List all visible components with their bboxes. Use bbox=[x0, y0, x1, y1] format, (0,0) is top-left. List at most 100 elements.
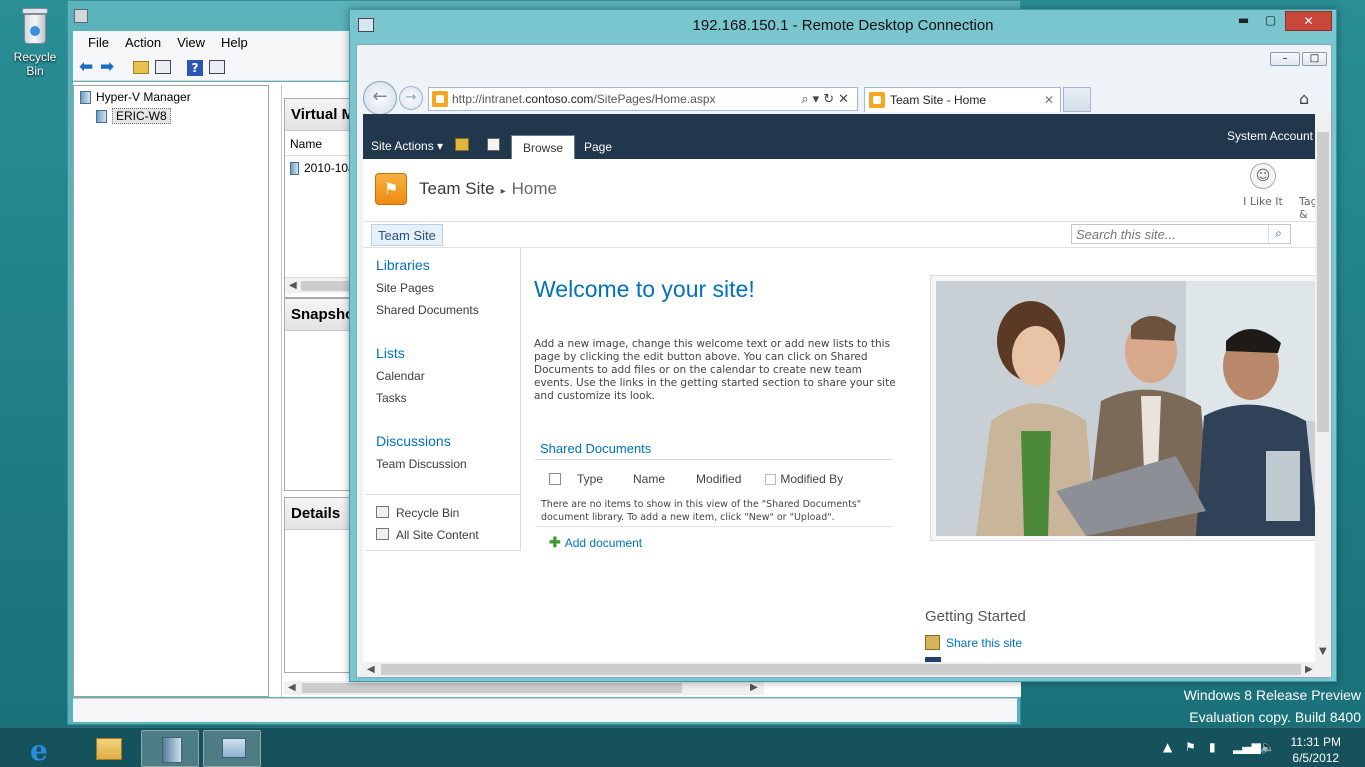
show-hidden-icons-icon[interactable]: ▲ bbox=[1163, 740, 1172, 754]
new-tab-button[interactable] bbox=[1063, 87, 1091, 112]
select-all-checkbox[interactable] bbox=[549, 473, 561, 485]
edit-page-icon[interactable] bbox=[487, 138, 500, 151]
home-icon[interactable]: ⌂ bbox=[1299, 89, 1309, 108]
col-type[interactable]: Type bbox=[577, 472, 603, 486]
scroll-right-arrow-icon[interactable]: ▶ bbox=[750, 682, 758, 693]
power-icon[interactable]: ▮ bbox=[1209, 740, 1216, 754]
recycle-bin-label: Recycle Bin bbox=[13, 50, 57, 78]
tab-close-icon[interactable]: ✕ bbox=[1044, 93, 1054, 107]
back-arrow-icon: ⬅ bbox=[79, 57, 94, 77]
menu-help[interactable]: Help bbox=[214, 35, 255, 50]
network-icon[interactable]: ▂▄▆ bbox=[1233, 740, 1261, 754]
folder-up-icon bbox=[133, 61, 149, 74]
ql-shared-documents[interactable]: Shared Documents bbox=[376, 303, 479, 317]
search-input[interactable] bbox=[1072, 226, 1268, 242]
taskbar-internet-explorer[interactable]: e bbox=[14, 730, 72, 767]
ql-team-discussion[interactable]: Team Discussion bbox=[376, 457, 467, 471]
ribbon-tab-page[interactable]: Page bbox=[573, 135, 623, 159]
address-url[interactable]: http://intranet.contoso.com/SitePages/Ho… bbox=[452, 92, 716, 106]
up-folder-button[interactable] bbox=[131, 58, 151, 76]
plus-icon: ✚ bbox=[549, 534, 561, 550]
all-site-content-icon bbox=[376, 528, 389, 540]
page-hscrollbar[interactable]: ◀ ▶ bbox=[363, 662, 1331, 677]
site-search: ⌕ bbox=[1071, 224, 1291, 244]
browser-forward-button[interactable]: → bbox=[399, 86, 423, 110]
rdp-title: 192.168.150.1 - Remote Desktop Connectio… bbox=[692, 17, 994, 34]
rdp-titlebar[interactable]: 192.168.150.1 - Remote Desktop Connectio… bbox=[350, 10, 1336, 44]
scroll-right-arrow-icon[interactable]: ▶ bbox=[1305, 664, 1313, 675]
col-name[interactable]: Name bbox=[633, 472, 665, 486]
ql-discussions-heading[interactable]: Discussions bbox=[376, 433, 451, 449]
minimize-button[interactable]: ▬ bbox=[1231, 11, 1256, 31]
site-header: Team Site▸Home ☺ I Like It Tags & Notes bbox=[363, 159, 1315, 234]
tab-title: Team Site - Home bbox=[890, 93, 987, 107]
breadcrumb-site[interactable]: Team Site bbox=[419, 179, 495, 198]
close-button[interactable]: ✕ bbox=[1285, 11, 1332, 31]
menu-view[interactable]: View bbox=[170, 35, 212, 50]
breadcrumb-page: Home bbox=[511, 179, 557, 198]
col-modified-by[interactable]: Modified By bbox=[780, 472, 843, 486]
taskbar-clock[interactable]: 11:31 PM 6/5/2012 bbox=[1291, 734, 1341, 766]
back-button[interactable]: ⬅ bbox=[78, 58, 98, 76]
hyperv-manager-icon bbox=[80, 90, 91, 104]
menu-file[interactable]: File bbox=[81, 35, 116, 50]
sharepoint-ribbon: Site Actions ▾ Browse Page System Accoun… bbox=[363, 114, 1315, 159]
site-actions-menu[interactable]: Site Actions ▾ bbox=[371, 139, 443, 153]
help-button[interactable]: ? bbox=[185, 58, 205, 76]
scroll-left-arrow-icon[interactable]: ◀ bbox=[289, 280, 297, 291]
i-like-it-button[interactable]: ☺ I Like It bbox=[1239, 163, 1287, 208]
welcome-title: Welcome to your site! bbox=[534, 276, 755, 302]
recycle-bin-desktop-icon[interactable]: Recycle Bin bbox=[4, 6, 66, 78]
ql-lists-heading[interactable]: Lists bbox=[376, 345, 405, 361]
navigate-up-icon[interactable] bbox=[455, 138, 469, 151]
volume-icon[interactable]: 🔈 bbox=[1260, 740, 1275, 754]
share-this-site-link[interactable]: Share this site bbox=[925, 635, 1022, 650]
ql-site-pages[interactable]: Site Pages bbox=[376, 281, 434, 295]
scroll-down-arrow-icon[interactable]: ▼ bbox=[1319, 646, 1327, 657]
vm-row[interactable]: 2010-10a bbox=[290, 161, 355, 175]
team-site-logo-icon[interactable] bbox=[375, 173, 407, 205]
taskbar-hyperv-manager[interactable] bbox=[141, 730, 199, 767]
browser-tab[interactable]: Team Site - Home ✕ bbox=[864, 87, 1061, 112]
tree-server-node[interactable]: ERIC-W8 bbox=[96, 108, 171, 124]
taskbar-remote-desktop[interactable] bbox=[203, 730, 261, 767]
console-tree: Hyper-V Manager ERIC-W8 bbox=[73, 85, 269, 697]
tree-root[interactable]: Hyper-V Manager bbox=[80, 90, 191, 104]
browser-back-button[interactable]: ← bbox=[363, 81, 397, 115]
column-name-header[interactable]: Name bbox=[290, 137, 322, 151]
hscroll-thumb[interactable] bbox=[381, 664, 1301, 675]
clock-date: 6/5/2012 bbox=[1292, 751, 1340, 765]
address-actions[interactable]: ⌕▾↻✕ bbox=[801, 92, 853, 107]
forward-button[interactable]: ➡ bbox=[99, 58, 119, 76]
ie-minimize-button[interactable]: – bbox=[1270, 52, 1300, 66]
show-hide-tree-button[interactable] bbox=[153, 58, 173, 76]
center-hscrollbar[interactable]: ◀ ▶ bbox=[284, 681, 764, 695]
maximize-button[interactable]: ▢ bbox=[1258, 11, 1283, 31]
clock-time: 11:31 PM bbox=[1290, 735, 1341, 749]
add-document-link[interactable]: ✚ Add document bbox=[549, 534, 642, 551]
ql-tasks[interactable]: Tasks bbox=[376, 391, 407, 405]
ql-calendar[interactable]: Calendar bbox=[376, 369, 425, 383]
modified-by-checkbox[interactable] bbox=[765, 473, 777, 485]
scroll-left-arrow-icon[interactable]: ◀ bbox=[288, 682, 296, 693]
ie-maximize-button[interactable]: □ bbox=[1302, 52, 1327, 66]
ql-libraries-heading[interactable]: Libraries bbox=[376, 257, 430, 273]
taskbar-file-explorer[interactable] bbox=[78, 730, 136, 767]
address-bar[interactable]: http://intranet.contoso.com/SitePages/Ho… bbox=[428, 87, 858, 111]
vscroll-thumb[interactable] bbox=[1317, 132, 1329, 432]
hyperv-app-icon bbox=[74, 9, 88, 23]
topnav-team-site[interactable]: Team Site bbox=[371, 224, 443, 246]
ql-recycle-bin[interactable]: Recycle Bin bbox=[396, 506, 459, 520]
show-hide-action-pane-button[interactable] bbox=[207, 58, 227, 76]
action-center-flag-icon[interactable]: ⚑ bbox=[1185, 740, 1196, 754]
share-this-site-label: Share this site bbox=[946, 635, 1023, 650]
col-modified[interactable]: Modified bbox=[696, 472, 741, 486]
shared-documents-title[interactable]: Shared Documents bbox=[540, 441, 651, 456]
scroll-left-arrow-icon[interactable]: ◀ bbox=[367, 664, 375, 675]
search-icon[interactable]: ⌕ bbox=[1268, 225, 1288, 243]
ql-all-site-content[interactable]: All Site Content bbox=[396, 528, 479, 542]
account-menu[interactable]: System Account bbox=[1227, 129, 1313, 143]
page-vscrollbar[interactable]: ▼ bbox=[1315, 114, 1331, 662]
ribbon-tab-browse[interactable]: Browse bbox=[511, 135, 576, 159]
menu-action[interactable]: Action bbox=[118, 35, 168, 50]
